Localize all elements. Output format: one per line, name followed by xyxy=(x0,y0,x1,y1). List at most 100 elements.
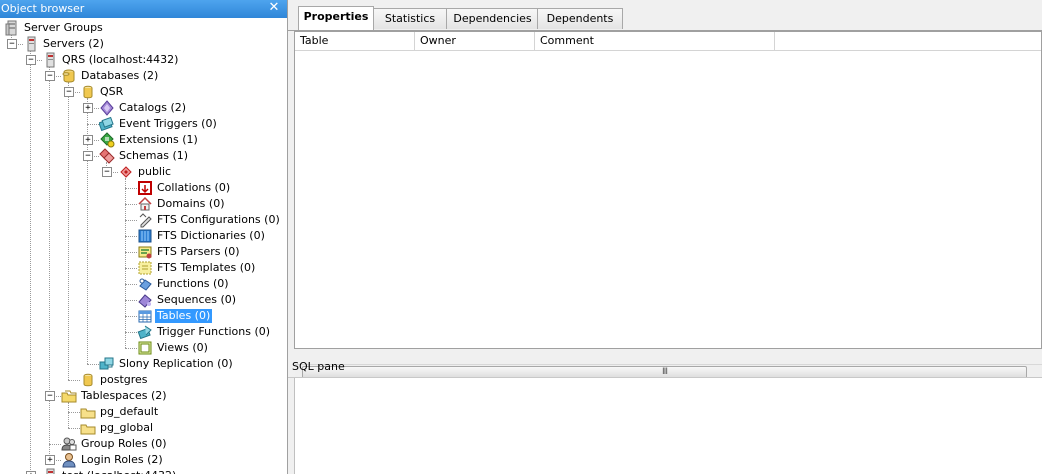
fts-dictionaries-icon xyxy=(137,228,153,244)
tab-dependents[interactable]: Dependents xyxy=(537,8,623,29)
tree-node-label: Event Triggers (0) xyxy=(119,117,217,130)
tab-bar: Properties Statistics Dependencies Depen… xyxy=(288,0,1042,31)
tree-node-label: Trigger Functions (0) xyxy=(157,325,271,338)
tree-connector-line xyxy=(125,204,137,205)
server-groups-icon xyxy=(4,20,20,36)
tables-icon xyxy=(137,308,153,324)
tree-node-label: public xyxy=(138,165,172,178)
tree-connector-line xyxy=(125,268,137,269)
tree-connector-line xyxy=(87,364,99,365)
event-triggers-icon xyxy=(99,116,115,132)
fts-parsers-icon xyxy=(137,244,153,260)
tree-connector-line xyxy=(68,82,69,380)
trigger-functions-icon xyxy=(137,324,153,340)
tree-node-label: Server Groups xyxy=(24,21,103,34)
detail-panel: Properties Statistics Dependencies Depen… xyxy=(288,0,1042,474)
collations-icon xyxy=(137,180,153,196)
group-roles-icon xyxy=(61,436,77,452)
tree-node-label: Databases (2) xyxy=(81,69,159,82)
tab-dependencies[interactable]: Dependencies xyxy=(446,8,539,29)
expand-extensions-toggle[interactable]: + xyxy=(83,135,93,145)
schemas-icon xyxy=(99,148,115,164)
tree-connector-line xyxy=(125,300,137,301)
tree-node-label: QRS (localhost:4432) xyxy=(62,53,179,66)
tree-node-label: pg_default xyxy=(100,405,159,418)
tree-node-label: Views (0) xyxy=(157,341,208,354)
domains-icon xyxy=(137,196,153,212)
functions-icon xyxy=(137,276,153,292)
tree-node-label: Servers (2) xyxy=(43,37,104,50)
column-header-table[interactable]: Table xyxy=(295,32,415,50)
databases-icon xyxy=(61,68,77,84)
tree-connector-line xyxy=(125,236,137,237)
tablespace-icon xyxy=(80,420,96,436)
tree-node-label: Catalogs (2) xyxy=(119,101,187,114)
object-browser-title-bar: Object browser ✕ xyxy=(0,0,287,18)
server-icon xyxy=(42,52,58,68)
column-header-owner[interactable]: Owner xyxy=(415,32,535,50)
tree-node-label: Functions (0) xyxy=(157,277,229,290)
tree-node-label: Slony Replication (0) xyxy=(119,357,233,370)
tab-statistics[interactable]: Statistics xyxy=(371,8,449,29)
tree-node-label: FTS Parsers (0) xyxy=(157,245,240,258)
sql-editor[interactable] xyxy=(294,378,1042,474)
tree-node-label: QSR xyxy=(100,85,124,98)
expand-catalogs-toggle[interactable]: + xyxy=(83,103,93,113)
tree-node-label: test (localhost:4432) xyxy=(60,469,178,474)
login-roles-icon xyxy=(61,452,77,468)
extensions-icon xyxy=(99,132,115,148)
tree-connector-line xyxy=(30,50,31,474)
tree-node-label: Collations (0) xyxy=(157,181,231,194)
sql-pane: SQL pane xyxy=(288,356,1042,474)
column-header-comment[interactable]: Comment xyxy=(535,32,775,50)
tree-node-label: FTS Dictionaries (0) xyxy=(157,229,265,242)
sequences-icon xyxy=(137,292,153,308)
tree-connector-line xyxy=(125,316,137,317)
fts-templates-icon xyxy=(137,260,153,276)
tree-connector-line xyxy=(125,348,137,349)
tree-node-label: Extensions (1) xyxy=(119,133,198,146)
tree-node-label: FTS Configurations (0) xyxy=(157,213,280,226)
collapse-databases-toggle[interactable]: − xyxy=(45,71,55,81)
catalogs-icon xyxy=(99,100,115,116)
tree-node-label: Domains (0) xyxy=(157,197,225,210)
tree-connector-line xyxy=(68,428,80,429)
tree-node-label: Tablespaces (2) xyxy=(81,389,167,402)
tree-node-label: postgres xyxy=(100,373,148,386)
collapse-schema-public-toggle[interactable]: − xyxy=(102,167,112,177)
close-icon[interactable]: ✕ xyxy=(267,1,281,15)
tree-connector-line xyxy=(125,332,137,333)
fts-configurations-icon xyxy=(137,212,153,228)
tab-properties[interactable]: Properties xyxy=(298,6,374,30)
expand-login-roles-toggle[interactable]: + xyxy=(45,455,55,465)
tree-node-label: Schemas (1) xyxy=(119,149,189,162)
tablespace-icon xyxy=(80,404,96,420)
tree-connector-line xyxy=(68,380,80,381)
collapse-tablespaces-toggle[interactable]: − xyxy=(45,391,55,401)
tree-connector-line xyxy=(87,124,99,125)
tree-node-label: Tables (0) xyxy=(155,309,213,323)
sql-pane-title: SQL pane xyxy=(288,356,1042,378)
tablespaces-icon xyxy=(61,388,77,404)
database-icon xyxy=(80,84,96,100)
collapse-schemas-toggle[interactable]: − xyxy=(83,151,93,161)
collapse-qrs-server-toggle[interactable]: − xyxy=(26,55,36,65)
tree-connector-line xyxy=(125,284,137,285)
properties-list[interactable]: Table Owner Comment III xyxy=(294,31,1042,381)
tree-connector-line xyxy=(125,252,137,253)
tree-connector-line xyxy=(68,412,80,413)
tree-node-label: pg_global xyxy=(100,421,154,434)
tree-connector-line xyxy=(125,188,137,189)
tree-connector-line xyxy=(68,402,69,428)
tree-node-label: Sequences (0) xyxy=(157,293,237,306)
collapse-db-qsr-toggle[interactable]: − xyxy=(64,87,74,97)
schema-icon xyxy=(118,164,134,180)
object-browser-panel: Object browser ✕ Server Groups − Servers (… xyxy=(0,0,288,474)
server-icon xyxy=(42,468,58,474)
properties-header: Table Owner Comment xyxy=(295,32,1041,51)
collapse-servers-toggle[interactable]: − xyxy=(7,39,17,49)
tree-node-label: Group Roles (0) xyxy=(81,437,167,450)
object-browser-title: Object browser xyxy=(1,2,85,15)
slony-replication-icon xyxy=(99,356,115,372)
tree-connector-line xyxy=(49,444,61,445)
